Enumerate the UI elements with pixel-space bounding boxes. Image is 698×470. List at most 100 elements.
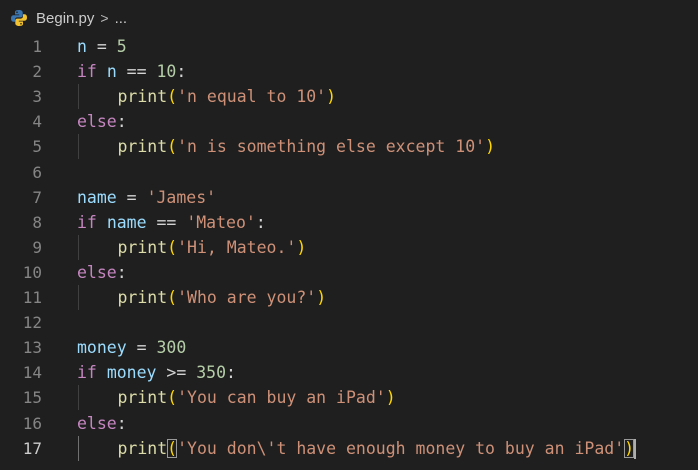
code-token: : bbox=[176, 62, 187, 82]
line-number: 8 bbox=[32, 212, 42, 232]
code-token: ) bbox=[624, 438, 635, 458]
indent-guide bbox=[78, 134, 79, 160]
code-text: print('n is something else except 10') bbox=[118, 134, 496, 159]
code-line[interactable]: 14 if money >= 350: bbox=[0, 360, 698, 385]
code-text: print('n equal to 10') bbox=[118, 84, 337, 109]
code-token: 'You don\'t have enough money to buy an … bbox=[177, 438, 625, 458]
indent-guide bbox=[78, 84, 79, 110]
code-text: money = 300 bbox=[77, 335, 186, 360]
code-token: ( bbox=[167, 87, 178, 107]
line-number: 10 bbox=[22, 262, 42, 282]
code-text: else: bbox=[77, 411, 127, 436]
code-text: else: bbox=[77, 260, 127, 285]
code-token: : bbox=[116, 112, 127, 132]
code-line[interactable]: 15 print('You can buy an iPad') bbox=[0, 385, 698, 411]
line-number: 12 bbox=[22, 313, 42, 333]
code-token: n bbox=[106, 62, 117, 82]
code-token: ) bbox=[385, 388, 396, 408]
code-line[interactable]: 11 print('Who are you?') bbox=[0, 285, 698, 310]
code-token: 'n equal to 10' bbox=[177, 87, 327, 107]
code-text: n = 5 bbox=[77, 34, 127, 59]
code-token: if bbox=[77, 212, 97, 232]
code-token: ( bbox=[167, 288, 178, 307]
code-line[interactable]: 17 print('You don\'t have enough money to… bbox=[0, 435, 698, 461]
breadcrumb-file[interactable]: Begin.py bbox=[36, 10, 94, 27]
code-token: ( bbox=[167, 388, 178, 408]
code-text: print('You don\'t have enough money to b… bbox=[118, 436, 637, 461]
text-cursor bbox=[634, 439, 637, 460]
code-token: 5 bbox=[116, 37, 127, 56]
line-number: 5 bbox=[32, 137, 42, 157]
code-line[interactable]: 8 if name == 'Mateo': bbox=[0, 210, 698, 235]
code-token: name bbox=[106, 212, 147, 232]
code-token: print bbox=[117, 438, 168, 458]
code-line[interactable]: 2 if n == 10: bbox=[0, 59, 698, 84]
code-token: name bbox=[77, 187, 117, 207]
code-line[interactable]: 1 n = 5 bbox=[0, 34, 698, 59]
code-token: money bbox=[77, 338, 127, 358]
code-text: print('Who are you?') bbox=[118, 285, 327, 310]
indent-guide bbox=[78, 385, 79, 411]
code-token: else bbox=[77, 262, 117, 282]
code-line[interactable]: 5 print('n is something else except 10') bbox=[0, 134, 698, 160]
code-token: : bbox=[255, 212, 266, 232]
code-line[interactable]: 16 else: bbox=[0, 411, 698, 436]
code-token: ) bbox=[485, 137, 495, 157]
line-number: 3 bbox=[32, 87, 42, 107]
line-number: 11 bbox=[22, 288, 42, 307]
indent-guide bbox=[78, 435, 79, 461]
code-token: : bbox=[116, 413, 127, 433]
code-token: == bbox=[146, 212, 187, 232]
code-token: 'Hi, Mateo.' bbox=[177, 237, 297, 257]
breadcrumb-more[interactable]: ... bbox=[115, 10, 128, 27]
code-line[interactable]: 13 money = 300 bbox=[0, 335, 698, 360]
code-token: 'n is something else except 10' bbox=[177, 137, 486, 157]
code-token: ) bbox=[316, 288, 327, 307]
code-line[interactable]: 3 print('n equal to 10') bbox=[0, 84, 698, 110]
code-token: ( bbox=[167, 438, 178, 458]
line-number: 13 bbox=[22, 338, 42, 358]
code-line[interactable]: 12 bbox=[0, 310, 698, 335]
code-text: name = 'James' bbox=[77, 185, 216, 210]
code-text: if n == 10: bbox=[77, 59, 186, 84]
code-line[interactable]: 10 else: bbox=[0, 260, 698, 285]
code-token: : bbox=[226, 363, 236, 383]
code-token: ( bbox=[167, 237, 178, 257]
code-token: else bbox=[77, 413, 117, 433]
code-token: 10 bbox=[156, 62, 177, 82]
code-token: : bbox=[116, 262, 127, 282]
code-editor[interactable]: 1n = 5 2 if n == 10: 3 print('n equal to 10'… bbox=[0, 34, 698, 470]
line-number: 7 bbox=[32, 187, 42, 207]
code-token: = bbox=[116, 187, 147, 207]
code-line[interactable]: 9 print('Hi, Mateo.') bbox=[0, 234, 698, 260]
code-token: 300 bbox=[156, 338, 187, 358]
code-token: 350 bbox=[196, 363, 227, 383]
breadcrumb: Begin.py > ... bbox=[0, 0, 698, 36]
line-number: 17 bbox=[22, 438, 42, 458]
code-line[interactable]: 7 name = 'James' bbox=[0, 185, 698, 210]
indent-guide bbox=[78, 285, 79, 310]
breadcrumb-separator: > bbox=[100, 10, 109, 26]
line-number: 4 bbox=[32, 112, 42, 132]
code-token: >= bbox=[156, 363, 197, 383]
code-token: = bbox=[126, 338, 157, 358]
code-token: else bbox=[77, 112, 117, 132]
line-number: 15 bbox=[22, 388, 42, 408]
code-token: 'Mateo' bbox=[186, 212, 256, 232]
code-token: ) bbox=[326, 87, 337, 107]
code-token: print bbox=[117, 388, 168, 408]
code-token: = bbox=[86, 37, 117, 56]
code-token: 'You can buy an iPad' bbox=[177, 388, 386, 408]
code-text: print('You can buy an iPad') bbox=[118, 385, 396, 410]
code-line[interactable]: 4 else: bbox=[0, 109, 698, 134]
code-text: if money >= 350: bbox=[77, 360, 236, 385]
code-text: print('Hi, Mateo.') bbox=[118, 235, 307, 260]
code-token: n bbox=[77, 37, 87, 56]
code-token: print bbox=[117, 137, 168, 157]
code-token: print bbox=[117, 237, 168, 257]
code-token: if bbox=[77, 363, 97, 383]
code-line[interactable]: 6 bbox=[0, 160, 698, 185]
